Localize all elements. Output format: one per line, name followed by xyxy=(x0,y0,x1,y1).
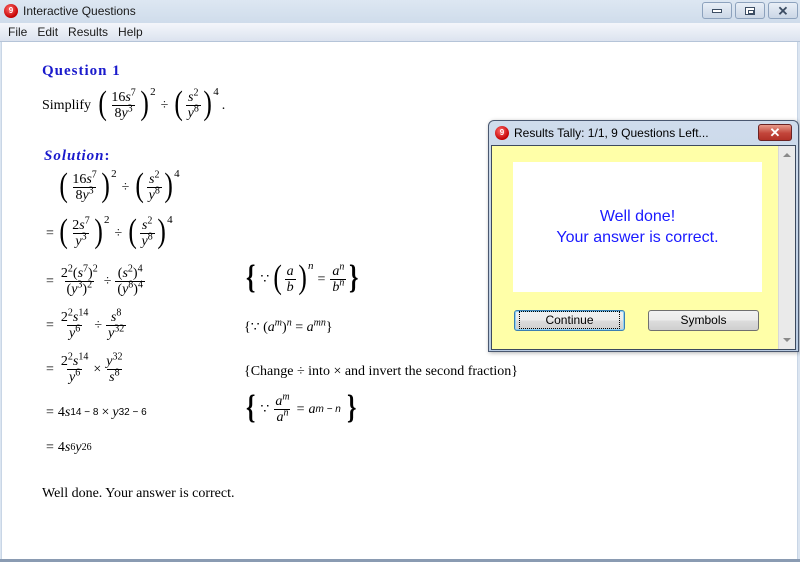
menu-file[interactable]: File xyxy=(3,25,32,39)
maximize-icon xyxy=(745,6,755,15)
close-icon: ✕ xyxy=(769,125,781,140)
continue-button[interactable]: Continue xyxy=(514,310,625,331)
result-message-line2: Your answer is correct. xyxy=(556,229,719,246)
dialog-close-button[interactable]: ✕ xyxy=(758,124,792,141)
result-message-box: Well done! Your answer is correct. xyxy=(513,162,762,292)
maximize-button[interactable] xyxy=(735,2,765,19)
solution-step-5: = 22s14 y6 × y32 s8 xyxy=(46,351,123,385)
feedback-text: Well done. Your answer is correct. xyxy=(42,486,235,501)
note-power-of-quotient: {∵ (a b) n = an bn } xyxy=(246,258,359,296)
symbols-button[interactable]: Symbols xyxy=(648,310,759,331)
menu-bar: File Edit Results Help xyxy=(0,23,800,42)
note-quotient-rule: {∵ am an = a m − n } xyxy=(246,388,357,426)
question-title: Question 1 xyxy=(42,63,121,79)
app-icon-badge: 9 xyxy=(8,6,14,15)
window-titlebar[interactable]: 9 Interactive Questions ✕ xyxy=(0,0,800,23)
results-tally-dialog: 9 Results Tally: 1/1, 9 Questions Left..… xyxy=(488,120,799,352)
solution-step-2: = (2s7 y3) 2 ÷ (s2 y8) 4 xyxy=(46,212,173,250)
scroll-down-arrow-icon[interactable] xyxy=(783,338,791,342)
solution-step-1: (16s7 8y3) 2 ÷ (s2 y8) 4 xyxy=(59,166,180,204)
menu-help[interactable]: Help xyxy=(113,25,148,39)
question-expression: Simplify (16s7 8y3) 2 ÷ (s2 y8) 4. xyxy=(42,84,226,122)
solution-step-4: = 22s14 y6 ÷ s8 y32 xyxy=(46,307,127,341)
minimize-button[interactable] xyxy=(702,2,732,19)
close-icon: ✕ xyxy=(777,3,789,18)
solution-step-7: = 4 s 6 y 26 xyxy=(46,440,92,455)
minimize-icon xyxy=(712,8,722,13)
simplify-label: Simplify xyxy=(42,97,92,113)
note-change-division: {Change ÷ into × and invert the second f… xyxy=(244,364,518,379)
close-button[interactable]: ✕ xyxy=(768,2,798,19)
result-message-line1: Well done! xyxy=(599,208,676,225)
window-title: Interactive Questions xyxy=(23,4,136,18)
solution-title: Solution: xyxy=(44,148,111,164)
note-power-of-power: {∵ (am)n = amn} xyxy=(244,317,333,335)
dialog-app-icon: 9 xyxy=(495,126,509,140)
dialog-body: Well done! Your answer is correct. Conti… xyxy=(491,145,796,350)
app-icon: 9 xyxy=(4,4,18,18)
menu-results[interactable]: Results xyxy=(63,25,113,39)
menu-edit[interactable]: Edit xyxy=(32,25,63,39)
solution-step-3: = 22(s7)2 (y3)2 ÷ (s2)4 (y8)4 xyxy=(46,263,145,297)
scroll-up-arrow-icon[interactable] xyxy=(783,153,791,157)
dialog-title: Results Tally: 1/1, 9 Questions Left... xyxy=(514,126,709,140)
dialog-scrollbar[interactable] xyxy=(778,146,795,349)
solution-step-6: = 4 s 14 − 8 × y 32 − 6 xyxy=(46,405,147,420)
